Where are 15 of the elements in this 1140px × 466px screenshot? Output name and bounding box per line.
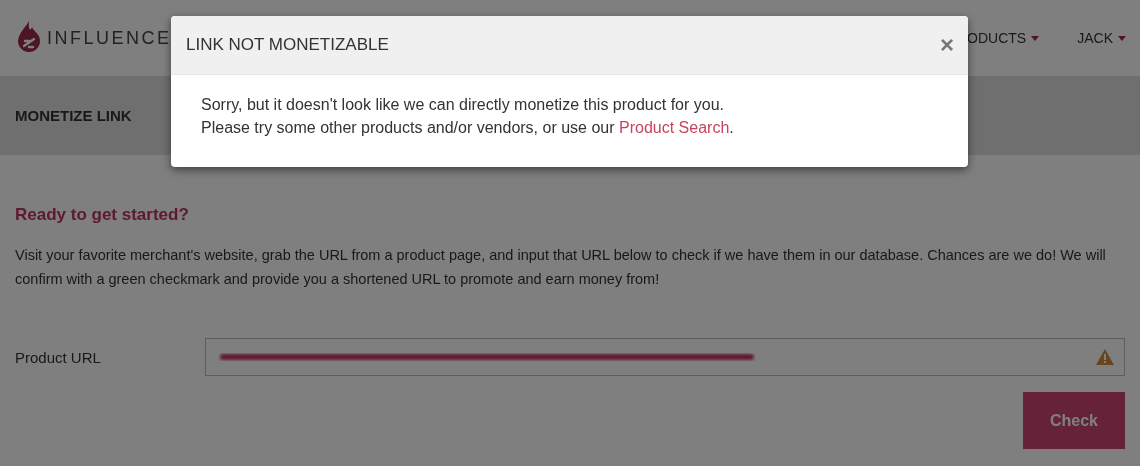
intro-text: Visit your favorite merchant's website, grab the URL from a product page, and input that URL below to check if we have them in our database. Chances are we do! We will confirm with a green checkmark and provide you a shortened URL to promote and earn money from! [15,246,1107,289]
intro-heading: Ready to get started? [15,205,190,225]
product-search-link[interactable]: Product Search [619,119,730,136]
modal-message: Sorry, but it doesn't look like we can directly monetize this product for you. Please try some other products and/or vendors, or use our Product Search. [201,95,735,138]
field-label: Product URL [15,348,102,366]
check-button[interactable]: Check [1023,392,1125,449]
url-input-field[interactable] [205,338,1125,376]
section-title: MONETIZE LINK [15,107,132,124]
caret-icon [1118,35,1126,41]
logo-text: INFLUENCE [47,27,172,49]
nav-menu-link[interactable]: JACK [1077,30,1126,46]
caret-icon [1031,35,1040,41]
modal-title: LINK NOT MONETIZABLE [186,35,389,55]
close-button[interactable]: × [940,31,954,59]
nav-menu-link[interactable]: ODUCTS [967,30,1040,46]
